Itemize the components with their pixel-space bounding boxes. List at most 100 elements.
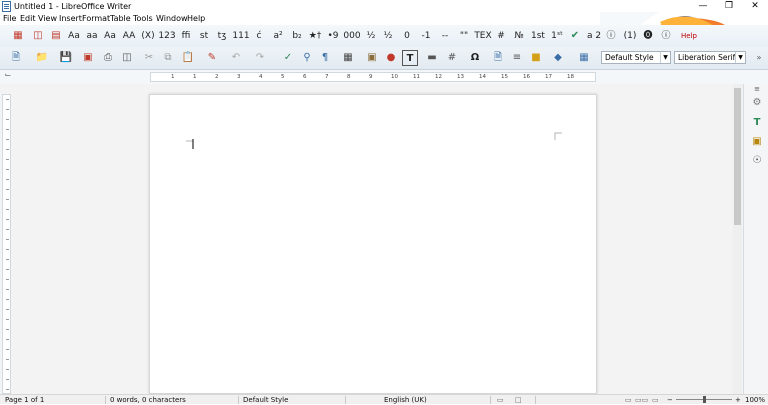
historical-ligature-button[interactable]: tʒ	[214, 28, 230, 44]
ordinal-superscript-button[interactable]: 1ˢᵗ	[549, 28, 565, 44]
insert-footnote-icon[interactable]: ≡	[509, 50, 525, 66]
title-case-button[interactable]: Aa	[102, 28, 118, 44]
hash-button[interactable]: #	[494, 28, 508, 44]
toolbar-overflow-icon[interactable]: »	[752, 50, 766, 66]
tab-stop-type-icon[interactable]: ⌙	[2, 69, 14, 81]
fraction-button[interactable]: ½	[364, 28, 378, 44]
save-icon[interactable]: 💾	[58, 50, 74, 66]
document-area: ≡ ⚙ T ▣ ☉	[0, 84, 768, 394]
minus-button[interactable]: -1	[417, 28, 435, 44]
document-page[interactable]	[149, 94, 597, 394]
accent-button[interactable]: ć	[252, 28, 266, 44]
ruler-tick	[6, 299, 9, 300]
menu-insert[interactable]: Insert	[59, 13, 82, 25]
font-name-select[interactable]: Liberation Serif ▼	[674, 51, 746, 64]
menu-edit[interactable]: Edit	[20, 13, 36, 25]
page-style-icon[interactable]: ◫	[30, 28, 46, 44]
tex-button[interactable]: TEX	[474, 28, 492, 44]
layout-icon[interactable]: ▤	[48, 28, 64, 44]
ordinal-button[interactable]: 1st	[529, 28, 547, 44]
menu-bar: File Edit View Insert Format Table Tools…	[0, 13, 768, 25]
cut-icon[interactable]: ✂	[141, 50, 157, 66]
menu-file[interactable]: File	[3, 13, 16, 25]
paren-one-button[interactable]: (1)	[622, 28, 638, 44]
redo-icon[interactable]: ↷	[252, 50, 268, 66]
spellcheck-icon[interactable]: ✔	[567, 28, 583, 44]
st-ligature-button[interactable]: st	[196, 28, 212, 44]
circled-one-button[interactable]: ⓿	[641, 28, 655, 44]
paragraph-style-select[interactable]: Default Style ▼	[601, 51, 671, 64]
ruler-tick	[6, 139, 9, 140]
insert-text-box-icon[interactable]: T	[402, 50, 418, 66]
insert-field-icon[interactable]: #	[444, 50, 460, 66]
show-draw-functions-icon[interactable]: ▦	[576, 50, 592, 66]
parenthesized-button[interactable]: (X)	[139, 28, 157, 44]
gallery-icon[interactable]: ▣	[750, 135, 764, 149]
styles-icon[interactable]: T	[750, 116, 764, 130]
new-document-icon[interactable]: 🗎	[8, 50, 24, 66]
special-character-icon[interactable]: Ω	[467, 50, 483, 66]
info-button-1[interactable]: ⓘ	[604, 28, 618, 44]
properties-wrench-icon[interactable]: ⚙	[750, 96, 764, 110]
find-replace-icon[interactable]: ⚲	[299, 50, 315, 66]
dash-button[interactable]: --	[437, 28, 453, 44]
ruler-tick	[6, 159, 9, 160]
insert-hyperlink-icon[interactable]: 🗎	[490, 50, 506, 66]
zero-digit-button[interactable]: 000	[343, 28, 361, 44]
navigator-icon[interactable]: ☉	[750, 154, 764, 168]
font-case-button[interactable]: Aa	[66, 28, 82, 44]
sidebar-menu-icon[interactable]: ≡	[750, 82, 764, 96]
menu-view[interactable]: View	[38, 13, 57, 25]
spelling-icon[interactable]: ✓	[280, 50, 296, 66]
superscript-button[interactable]: a²	[270, 28, 286, 44]
numero-button[interactable]: №	[511, 28, 527, 44]
scrollbar-thumb[interactable]	[734, 88, 741, 225]
basic-shapes-icon[interactable]: ◆	[550, 50, 566, 66]
columns-icon[interactable]: ▦	[10, 28, 26, 44]
menu-help[interactable]: Help	[187, 13, 205, 25]
slashed-zero-button[interactable]: 0	[400, 28, 414, 44]
formatting-marks-icon[interactable]: ¶	[317, 50, 333, 66]
vertical-ruler[interactable]	[2, 94, 11, 394]
ligature-button[interactable]: ffi	[178, 28, 194, 44]
menu-tools[interactable]: Tools	[133, 13, 153, 25]
zoom-slider[interactable]	[676, 396, 732, 403]
alternate-a-button[interactable]: a 2	[585, 28, 603, 44]
subscript-button[interactable]: b₂	[289, 28, 305, 44]
quotes-button[interactable]: ""	[456, 28, 472, 44]
info-button-2[interactable]: ⓘ	[659, 28, 673, 44]
insert-chart-icon[interactable]: ●	[383, 50, 399, 66]
alt-fraction-button[interactable]: ½	[381, 28, 395, 44]
restore-button[interactable]: ❐	[716, 0, 742, 13]
ruler-number: 12	[435, 74, 442, 80]
ruler-tick	[6, 129, 9, 130]
copy-icon[interactable]: ⧉	[160, 50, 176, 66]
numeric-button[interactable]: 123	[158, 28, 176, 44]
zoom-slider-thumb[interactable]	[702, 396, 706, 403]
minimize-button[interactable]: —	[690, 0, 716, 13]
close-button[interactable]: ✕	[742, 0, 768, 13]
help-button[interactable]: Help	[678, 28, 700, 44]
insert-table-icon[interactable]: ▦	[340, 50, 356, 66]
vertical-scrollbar[interactable]	[733, 84, 742, 394]
ornament-button[interactable]: ★†	[307, 28, 323, 44]
small-caps-button[interactable]: aa	[84, 28, 100, 44]
open-folder-icon[interactable]: 📁	[34, 50, 50, 66]
export-pdf-icon[interactable]: ▣	[80, 50, 96, 66]
paste-icon[interactable]: 📋	[180, 50, 196, 66]
insert-image-icon[interactable]: ▣	[364, 50, 380, 66]
oldstyle-figures-button[interactable]: 111	[232, 28, 250, 44]
undo-icon[interactable]: ↶	[228, 50, 244, 66]
horizontal-ruler[interactable]: 1 1 2 3 4 5 6 7 8 9 10 11 12 13 14 15 16 17 18	[150, 72, 596, 82]
ruler-number: 2	[215, 74, 219, 80]
menu-table[interactable]: Table	[110, 13, 131, 25]
menu-window[interactable]: Window	[156, 13, 188, 25]
print-preview-icon[interactable]: ◫	[119, 50, 135, 66]
clone-formatting-icon[interactable]: ✎	[204, 50, 220, 66]
insert-comment-icon[interactable]: ■	[528, 50, 544, 66]
insert-page-break-icon[interactable]: ▬	[424, 50, 440, 66]
menu-format[interactable]: Format	[82, 13, 110, 25]
uppercase-button[interactable]: AA	[120, 28, 138, 44]
print-icon[interactable]: ⎙	[100, 50, 116, 66]
bullet-number-button[interactable]: •9	[325, 28, 341, 44]
